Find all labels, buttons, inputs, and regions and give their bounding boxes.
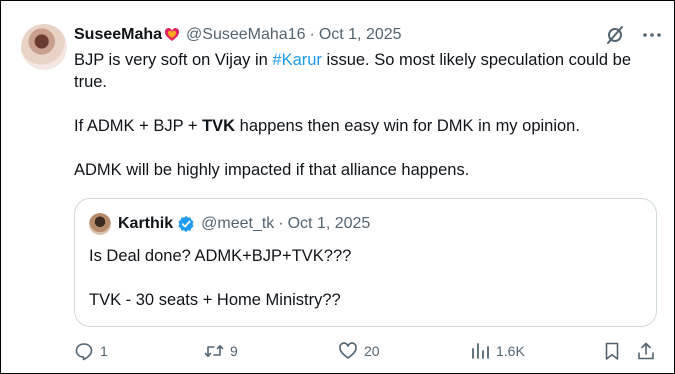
repost-icon	[204, 341, 224, 361]
grok-icon[interactable]	[604, 24, 626, 46]
post-text-bold: TVK	[202, 117, 236, 135]
like-button[interactable]: 20	[338, 339, 380, 363]
bookmark-icon	[602, 341, 622, 361]
quote-header: Karthik @meet_tk · Oct 1, 2025	[118, 212, 370, 236]
heart-badge-icon	[164, 27, 180, 43]
separator-dot: ·	[309, 26, 315, 43]
bookmark-button[interactable]	[602, 339, 622, 363]
post-paragraph-3: ADMK will be highly impacted if that all…	[74, 161, 470, 179]
post-text-segment: BJP is very soft on Vijay in	[74, 51, 273, 69]
post-text-segment: If ADMK + BJP +	[74, 117, 203, 135]
views-icon	[470, 341, 490, 361]
views-button[interactable]: 1.6K	[470, 339, 525, 363]
avatar[interactable]	[21, 24, 67, 70]
author-handle[interactable]: @SuseeMaha16	[186, 26, 305, 44]
post-header: SuseeMaha @SuseeMaha16 · Oct 1, 2025	[74, 24, 402, 46]
author-name[interactable]: SuseeMaha	[74, 26, 162, 44]
quote-paragraph-2: TVK - 30 seats + Home Ministry??	[89, 291, 341, 309]
tweet-card: SuseeMaha @SuseeMaha16 · Oct 1, 2025 BJP…	[0, 0, 675, 374]
quoted-tweet[interactable]: Karthik @meet_tk · Oct 1, 2025 Is Deal d…	[74, 198, 657, 327]
views-count: 1.6K	[496, 343, 525, 359]
reply-count: 1	[100, 343, 108, 359]
like-count: 20	[364, 343, 380, 359]
post-paragraph-1: BJP is very soft on Vijay in #Karur issu…	[74, 49, 664, 93]
post-text: BJP is very soft on Vijay in #Karur issu…	[74, 49, 664, 181]
repost-button[interactable]: 9	[204, 339, 238, 363]
hashtag-link[interactable]: #Karur	[272, 51, 322, 69]
quote-paragraph-1: Is Deal done? ADMK+BJP+TVK???	[89, 247, 352, 265]
like-icon	[338, 341, 358, 361]
more-icon[interactable]	[641, 24, 663, 46]
share-button[interactable]	[636, 339, 656, 363]
share-icon	[636, 341, 656, 361]
quote-author-name[interactable]: Karthik	[118, 215, 173, 233]
post-paragraph-2: If ADMK + BJP + TVK happens then easy wi…	[74, 115, 664, 137]
quote-date[interactable]: Oct 1, 2025	[288, 215, 371, 233]
quote-author-handle[interactable]: @meet_tk	[201, 215, 274, 233]
repost-count: 9	[230, 343, 238, 359]
reply-icon	[74, 341, 94, 361]
verified-icon	[177, 215, 195, 233]
reply-button[interactable]: 1	[74, 339, 108, 363]
action-bar: 1 9 20 1.6K	[74, 339, 664, 363]
separator-dot: ·	[278, 215, 284, 232]
post-text-segment: happens then easy win for DMK in my opin…	[235, 117, 580, 135]
post-date[interactable]: Oct 1, 2025	[319, 26, 402, 44]
quote-text: Is Deal done? ADMK+BJP+TVK??? TVK - 30 s…	[89, 245, 351, 311]
quote-avatar[interactable]	[89, 213, 111, 235]
